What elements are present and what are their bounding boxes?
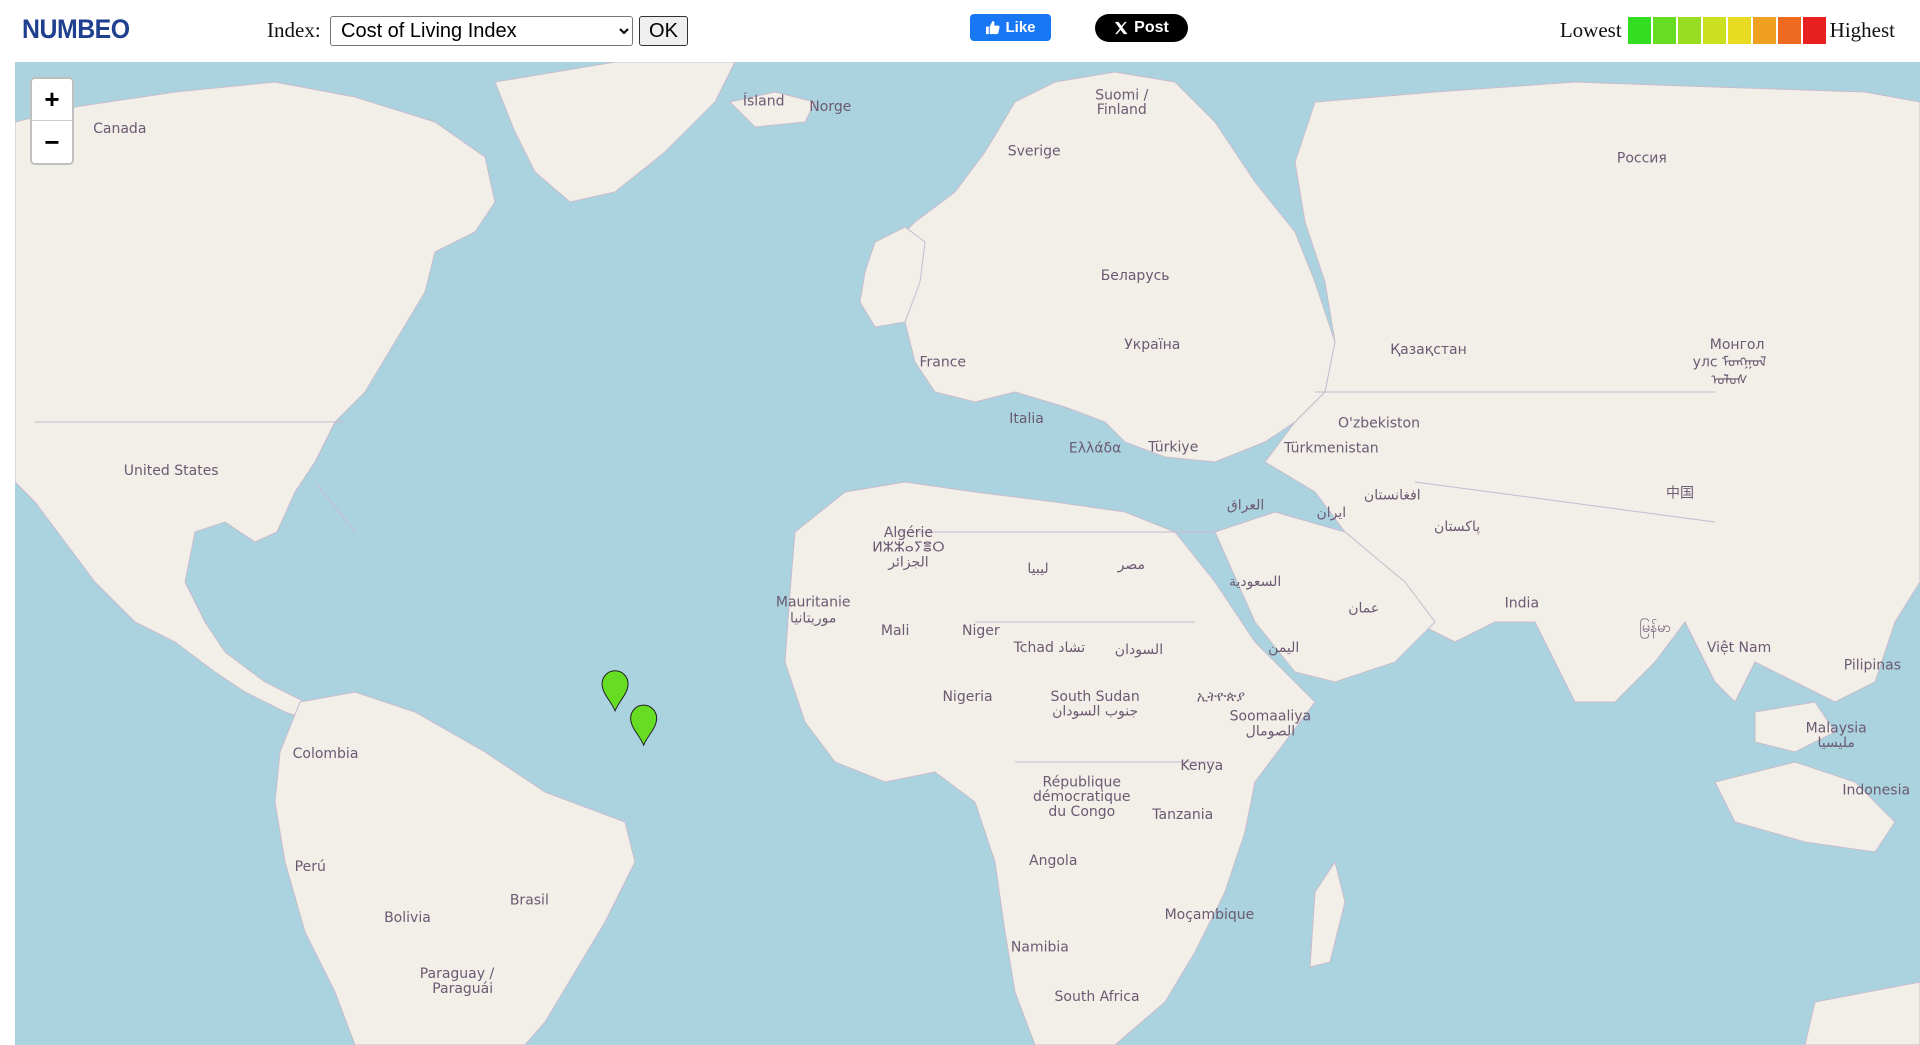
map-label: Perú bbox=[295, 859, 326, 875]
map-label: Namibia bbox=[1011, 940, 1069, 956]
map-label: South Sudan bbox=[1051, 689, 1140, 705]
map-label: Colombia bbox=[293, 746, 359, 762]
map-label: Soomaaliya bbox=[1230, 709, 1311, 725]
map-label: улс ᠮᠣᠩᠭᠣᠯ bbox=[1693, 355, 1767, 371]
map-label: Қазақстан bbox=[1390, 342, 1467, 358]
map-label: ኢትዮጵያ bbox=[1197, 689, 1245, 705]
map-label: South Africa bbox=[1055, 989, 1140, 1005]
map-label: Türkiye bbox=[1147, 439, 1198, 455]
legend-swatch-1 bbox=[1627, 17, 1651, 44]
header-bar: NUMBEO Index: Cost of Living Index OK Li… bbox=[0, 0, 1920, 60]
map-label: France bbox=[919, 355, 966, 371]
legend-swatch-4 bbox=[1702, 17, 1726, 44]
map-label: Беларусь bbox=[1101, 268, 1170, 284]
map-label: Suomi / bbox=[1095, 87, 1148, 103]
zoom-out-button[interactable]: − bbox=[32, 121, 72, 163]
map-label: O'zbekiston bbox=[1338, 416, 1420, 432]
map-label: Malaysia bbox=[1806, 720, 1867, 736]
map-label: اليمن bbox=[1268, 640, 1299, 656]
map-label: افغانستان bbox=[1364, 487, 1421, 503]
thumbs-up-icon bbox=[986, 20, 1001, 35]
post-label: Post bbox=[1134, 19, 1169, 36]
map-canvas[interactable]: Canada United States Colombia Perú Bolivia Br… bbox=[15, 62, 1920, 1045]
map-label: جنوب السودان bbox=[1052, 704, 1138, 720]
map-label: Paraguay / bbox=[420, 966, 495, 982]
map-label: موريتانيا bbox=[790, 610, 836, 626]
like-label: Like bbox=[1005, 19, 1036, 36]
map-label: الصومال bbox=[1246, 723, 1295, 739]
map-label: Finland bbox=[1097, 102, 1147, 118]
index-label: Index: bbox=[267, 18, 321, 42]
map-label: Türkmenistan bbox=[1283, 440, 1379, 456]
legend-swatch-6 bbox=[1752, 17, 1776, 44]
map-label: Nigeria bbox=[942, 689, 992, 705]
map-label: Italia bbox=[1009, 411, 1044, 427]
legend-swatches bbox=[1626, 17, 1826, 44]
numbeo-logo[interactable]: NUMBEO bbox=[22, 14, 130, 45]
map-label: Indonesia bbox=[1842, 782, 1910, 798]
map-label: Algérie bbox=[884, 525, 933, 541]
map-label: ᠤᠯᠤᠰ bbox=[1711, 372, 1748, 388]
map-label: Niger bbox=[962, 623, 1000, 639]
map-label: United States bbox=[124, 463, 219, 479]
map-label: Bolivia bbox=[384, 910, 431, 926]
ok-button[interactable]: OK bbox=[639, 16, 688, 46]
map-label: السعودية bbox=[1229, 574, 1281, 590]
legend-swatch-7 bbox=[1777, 17, 1801, 44]
map-label: Pilipinas bbox=[1844, 657, 1901, 673]
city-marker[interactable] bbox=[601, 670, 629, 713]
map-label: العراق bbox=[1227, 497, 1264, 513]
legend-highest-label: Highest bbox=[1829, 18, 1895, 42]
legend-lowest-label: Lowest bbox=[1559, 18, 1622, 42]
map-label: Ελλάδα bbox=[1069, 440, 1121, 456]
map-label: 中国 bbox=[1666, 485, 1694, 501]
map-label: عمان bbox=[1348, 600, 1379, 616]
map-label: Tchad تشاد bbox=[1013, 640, 1086, 656]
map-label: du Congo bbox=[1048, 804, 1115, 820]
map-label: Россия bbox=[1617, 150, 1667, 166]
city-markers[interactable] bbox=[601, 670, 658, 747]
legend-swatch-8 bbox=[1802, 17, 1826, 44]
map-label: မြန်မာ bbox=[1640, 619, 1671, 638]
map-label: Mauritanie bbox=[776, 595, 851, 611]
map-label: Việt Nam bbox=[1707, 640, 1771, 656]
map-label: Angola bbox=[1029, 853, 1077, 869]
map-label: مصر bbox=[1117, 557, 1145, 573]
map-label: Canada bbox=[93, 121, 146, 137]
land-masses bbox=[15, 62, 1920, 1045]
legend-swatch-3 bbox=[1677, 17, 1701, 44]
x-logo-icon bbox=[1115, 21, 1128, 35]
world-map[interactable]: Canada United States Colombia Perú Bolivia Br… bbox=[15, 62, 1920, 1045]
index-select[interactable]: Cost of Living Index bbox=[330, 16, 633, 46]
map-label: پاکستان bbox=[1434, 519, 1480, 535]
city-marker[interactable] bbox=[630, 704, 658, 747]
map-label: ليبيا bbox=[1027, 561, 1048, 577]
legend-swatch-2 bbox=[1652, 17, 1676, 44]
map-label: مليسيا bbox=[1818, 735, 1855, 751]
map-label: Україна bbox=[1124, 337, 1180, 353]
map-label: Монгол bbox=[1710, 337, 1765, 353]
map-label: الجزائر bbox=[887, 554, 928, 570]
color-legend: Lowest Highest bbox=[1560, 17, 1895, 44]
map-label: ایران bbox=[1317, 505, 1347, 521]
map-label: Sverige bbox=[1008, 143, 1061, 159]
map-label: République bbox=[1043, 774, 1122, 790]
map-label: Norge bbox=[809, 99, 851, 115]
zoom-in-button[interactable]: + bbox=[32, 79, 72, 121]
map-label: Brasil bbox=[510, 892, 549, 908]
map-label: India bbox=[1505, 596, 1539, 612]
map-label: ⵍⵣⵣⴰⵢⴻⵔ bbox=[872, 540, 944, 556]
x-post-button[interactable]: Post bbox=[1095, 14, 1188, 42]
facebook-like-button[interactable]: Like bbox=[970, 14, 1051, 41]
map-label: Paraguái bbox=[432, 981, 493, 997]
map-label: Kenya bbox=[1180, 758, 1223, 774]
map-label: السودان bbox=[1115, 642, 1163, 658]
map-label: Mali bbox=[881, 623, 909, 639]
map-label: Tanzania bbox=[1151, 807, 1213, 823]
legend-swatch-5 bbox=[1727, 17, 1751, 44]
map-label: Moçambique bbox=[1165, 907, 1255, 923]
zoom-control: + − bbox=[30, 77, 74, 165]
map-label: Ísland bbox=[743, 92, 785, 109]
map-label: démocratique bbox=[1033, 789, 1131, 805]
